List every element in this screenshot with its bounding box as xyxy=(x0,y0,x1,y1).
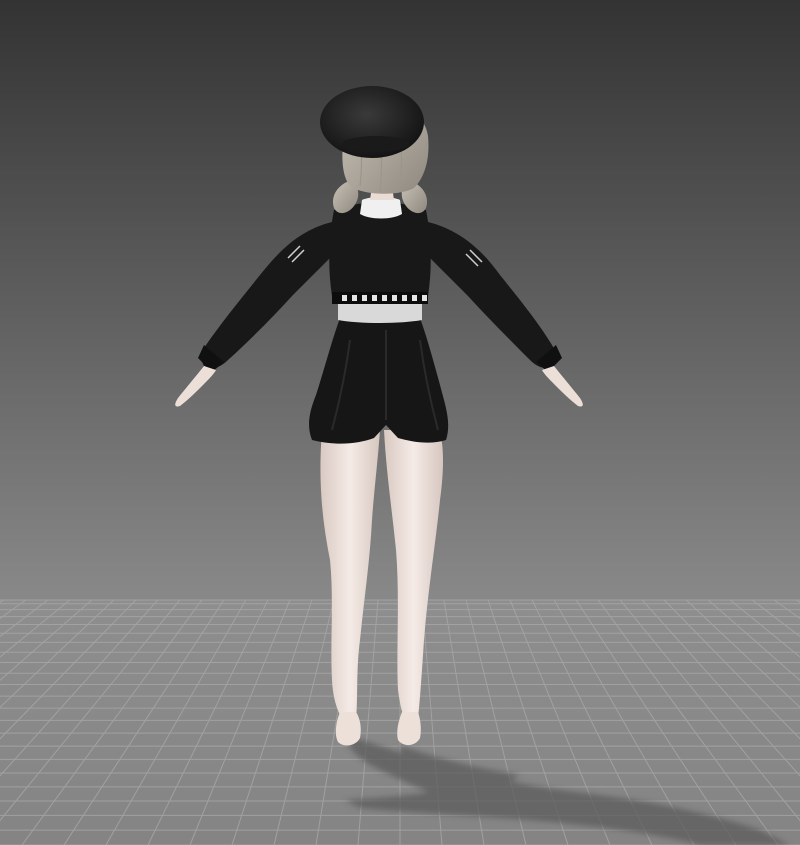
jacket-hem-dots xyxy=(342,295,427,301)
hem-dot xyxy=(352,295,357,301)
right-foot xyxy=(397,712,421,746)
hem-dot xyxy=(382,295,387,301)
left-foot xyxy=(335,712,361,746)
collar xyxy=(360,197,402,219)
waist-band xyxy=(338,304,422,323)
beret-band xyxy=(342,136,410,152)
hem-dot xyxy=(422,295,427,301)
hem-dot xyxy=(402,295,407,301)
scene-canvas[interactable] xyxy=(0,0,800,845)
hem-dot xyxy=(392,295,397,301)
hem-dot xyxy=(412,295,417,301)
3d-viewport[interactable] xyxy=(0,0,800,845)
hem-dot xyxy=(362,295,367,301)
hem-dot xyxy=(372,295,377,301)
hem-dot xyxy=(342,295,347,301)
